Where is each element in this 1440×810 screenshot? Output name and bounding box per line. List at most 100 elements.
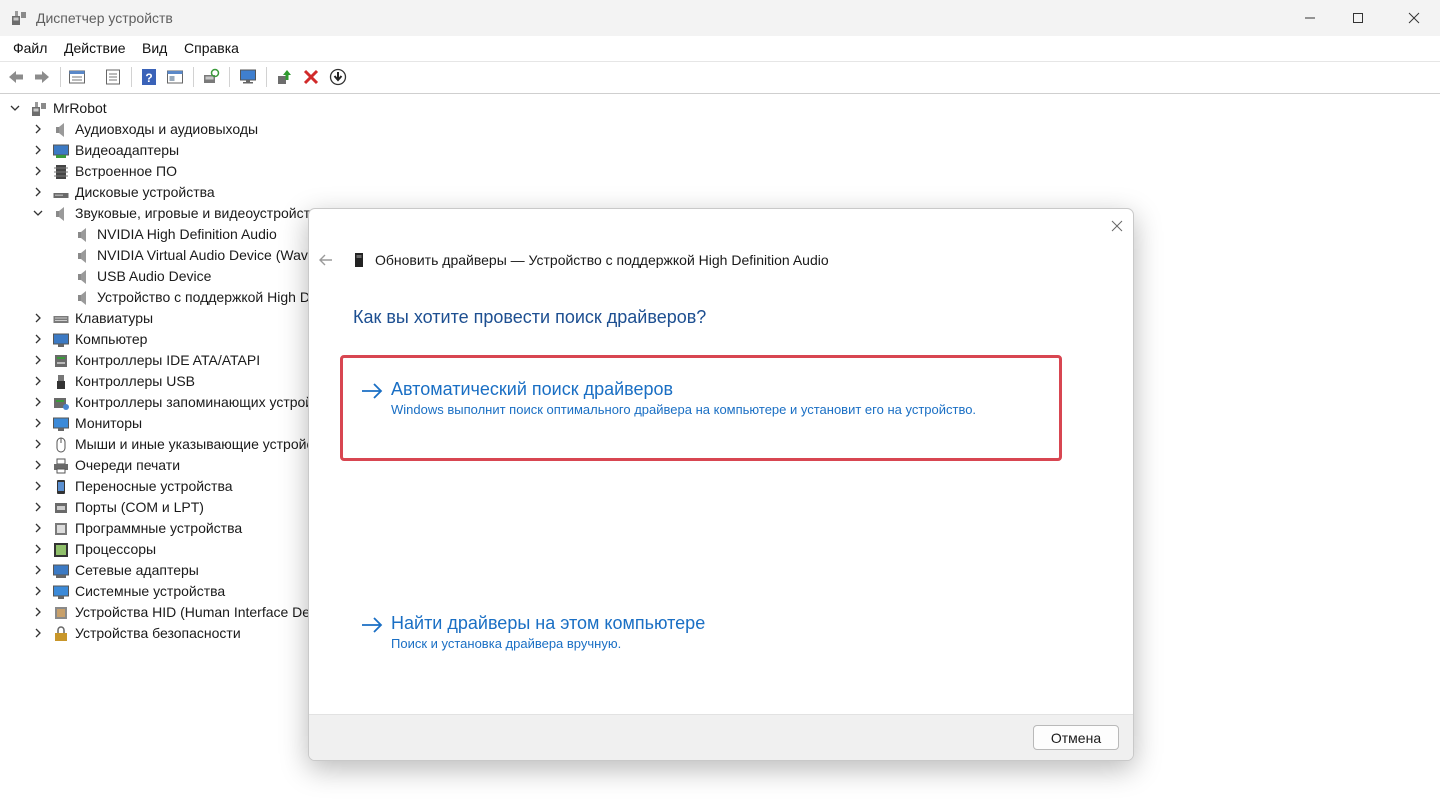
chevron-right-icon[interactable] [33, 607, 43, 617]
arrow-right-icon [362, 383, 383, 399]
forward-icon[interactable] [33, 68, 51, 86]
menu-action[interactable]: Действие [64, 40, 126, 56]
chevron-down-icon[interactable] [33, 208, 43, 218]
chevron-right-icon[interactable] [33, 376, 43, 386]
chevron-right-icon[interactable] [33, 145, 43, 155]
tree-item-ide-controllers[interactable]: Контроллеры IDE ATA/ATAPI [0, 350, 320, 371]
auto-search-option[interactable]: Автоматический поиск драйверов Windows в… [353, 379, 1043, 429]
tree-child-item[interactable]: NVIDIA Virtual Audio Device (Wave Extens… [0, 245, 437, 266]
computer-icon [53, 333, 69, 347]
chevron-right-icon[interactable] [33, 439, 43, 449]
remove-device-icon[interactable] [302, 68, 320, 86]
tree-item-firmware[interactable]: Встроенное ПО [0, 161, 320, 182]
tree-item-processors[interactable]: Процессоры [0, 539, 320, 560]
back-arrow-icon[interactable] [317, 251, 335, 269]
network-adapter-icon [53, 564, 69, 578]
chevron-right-icon[interactable] [33, 502, 43, 512]
tree-item-label: Компьютер [75, 331, 148, 347]
cancel-button[interactable]: Отмена [1033, 725, 1119, 750]
menu-bar: Файл Действие Вид Справка [0, 36, 1440, 61]
dialog-close-button[interactable] [1106, 215, 1128, 237]
mouse-icon [56, 437, 66, 453]
back-icon[interactable] [7, 68, 25, 86]
tree-item-usb-controllers[interactable]: Контроллеры USB [0, 371, 320, 392]
chevron-right-icon[interactable] [33, 544, 43, 554]
chevron-right-icon[interactable] [33, 418, 43, 428]
tree-item-label: Клавиатуры [75, 310, 154, 326]
chevron-right-icon[interactable] [33, 355, 43, 365]
security-device-icon [55, 626, 67, 641]
tree-item-computer[interactable]: Компьютер [0, 329, 320, 350]
tree-item-mice[interactable]: Мыши и иные указывающие устройства [0, 434, 335, 455]
tree-item-label: Очереди печати [75, 457, 181, 473]
tree-item-audio-io[interactable]: Аудиовходы и аудиовыходы [0, 119, 320, 140]
tree-item-display-adapters[interactable]: Видеоадаптеры [0, 140, 320, 161]
monitor-icon [53, 417, 69, 431]
tree-item-label: Аудиовходы и аудиовыходы [75, 121, 259, 137]
dialog-header: Обновить драйверы — Устройство с поддерж… [375, 252, 829, 268]
tree-item-portable-devices[interactable]: Переносные устройства [0, 476, 320, 497]
chevron-right-icon[interactable] [33, 586, 43, 596]
tree-root[interactable]: MrRobot [0, 98, 320, 119]
chevron-right-icon[interactable] [33, 460, 43, 470]
tree-item-system-devices[interactable]: Системные устройства [0, 581, 320, 602]
tree-child-item[interactable]: USB Audio Device [0, 266, 320, 287]
tree-item-label: Системные устройства [75, 583, 226, 599]
view-panel-icon[interactable] [166, 68, 184, 86]
properties-grid-icon[interactable] [68, 68, 86, 86]
chevron-right-icon[interactable] [33, 334, 43, 344]
tree-child-label: NVIDIA High Definition Audio [97, 226, 277, 242]
tree-item-network-adapters[interactable]: Сетевые адаптеры [0, 560, 320, 581]
chevron-right-icon[interactable] [33, 313, 43, 323]
chevron-down-icon[interactable] [10, 103, 20, 113]
chevron-right-icon[interactable] [33, 397, 43, 407]
maximize-button[interactable] [1334, 0, 1382, 36]
chevron-right-icon[interactable] [33, 565, 43, 575]
update-driver-icon[interactable] [275, 68, 293, 86]
chevron-right-icon[interactable] [33, 523, 43, 533]
menu-view[interactable]: Вид [142, 40, 167, 56]
tree-root-label: MrRobot [53, 100, 107, 116]
close-window-button[interactable] [1390, 0, 1438, 36]
minimize-button[interactable] [1286, 0, 1334, 36]
monitor-icon[interactable] [239, 68, 257, 86]
tree-item-software-devices[interactable]: Программные устройства [0, 518, 320, 539]
speaker-icon [78, 228, 86, 242]
chevron-right-icon[interactable] [33, 481, 43, 491]
view-list-icon[interactable] [104, 68, 122, 86]
tree-item-label: Контроллеры запоминающих устройств [75, 394, 334, 410]
tree-item-print-queues[interactable]: Очереди печати [0, 455, 320, 476]
chevron-right-icon[interactable] [33, 124, 43, 134]
device-icon [355, 253, 363, 267]
tree-item-label: Сетевые адаптеры [75, 562, 199, 578]
chevron-right-icon[interactable] [33, 187, 43, 197]
tree-child-item[interactable]: Устройство с поддержкой High Definition … [0, 287, 397, 308]
dialog-question: Как вы хотите провести поиск драйверов? [353, 307, 707, 327]
tree-child-item[interactable]: NVIDIA High Definition Audio [0, 224, 320, 245]
tree-child-label: USB Audio Device [97, 268, 212, 284]
chevron-right-icon[interactable] [33, 628, 43, 638]
chevron-right-icon[interactable] [33, 166, 43, 176]
tree-item-keyboards[interactable]: Клавиатуры [0, 308, 320, 329]
toolbar-separator [131, 67, 132, 87]
scan-hardware-icon[interactable] [202, 68, 220, 86]
tree-item-sound-devices[interactable]: Звуковые, игровые и видеоустройства [0, 203, 325, 224]
processor-icon [54, 543, 68, 557]
disk-icon [53, 193, 69, 198]
help-icon[interactable]: ? [140, 68, 158, 86]
tree-item-ports[interactable]: Порты (COM и LPT) [0, 497, 320, 518]
toolbar-separator [193, 67, 194, 87]
browse-computer-option[interactable]: Найти драйверы на этом компьютере Поиск … [353, 613, 1043, 663]
menu-help[interactable]: Справка [184, 40, 239, 56]
tree-item-disk-drives[interactable]: Дисковые устройства [0, 182, 320, 203]
tree-item-security-devices[interactable]: Устройства безопасности [0, 623, 320, 644]
close-icon [1408, 12, 1420, 24]
tree-item-monitors[interactable]: Мониторы [0, 413, 320, 434]
menu-file[interactable]: Файл [13, 40, 47, 56]
tree-item-storage-controllers[interactable]: Контроллеры запоминающих устройств [0, 392, 334, 413]
download-driver-icon[interactable] [329, 68, 347, 86]
keyboard-icon [53, 316, 69, 323]
firmware-icon [54, 165, 68, 179]
tree-item-hid-devices[interactable]: Устройства HID (Human Interface Devices) [0, 602, 347, 623]
tree-item-label: Контроллеры USB [75, 373, 195, 389]
